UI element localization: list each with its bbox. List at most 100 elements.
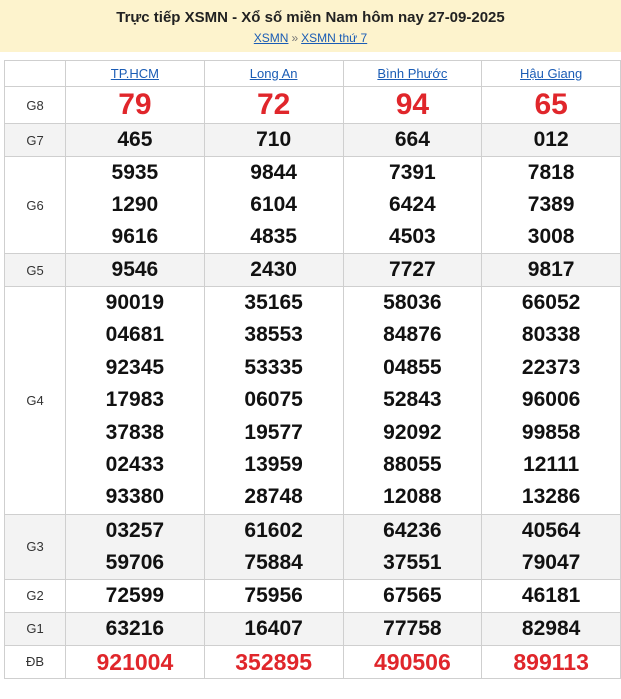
prize-number: 9817 xyxy=(527,258,575,281)
prize-number: 66052 xyxy=(521,291,581,314)
prize-number: 352895 xyxy=(235,648,312,675)
prize-number: 38553 xyxy=(244,323,303,347)
prize-cell: 67565 xyxy=(342,578,483,613)
prize-cell: 7727 xyxy=(342,253,483,287)
prize-number: 75884 xyxy=(244,550,303,574)
prize-number: 12111 xyxy=(523,453,580,477)
prize-label: G1 xyxy=(4,611,66,646)
prize-number: 35165 xyxy=(244,291,303,314)
prize-label: G7 xyxy=(4,123,66,157)
prize-number: 22373 xyxy=(521,355,581,379)
prize-row-g2: G2 72599 75956 67565 46181 xyxy=(4,578,621,613)
prize-number: 96006 xyxy=(521,388,581,412)
prize-label: G5 xyxy=(4,253,66,287)
breadcrumb-xsmn-saturday-link[interactable]: XSMN thứ 7 xyxy=(301,31,367,45)
prize-row-db: ĐB 921004 352895 490506 899113 xyxy=(4,644,621,679)
prize-cell: 9844 6104 4835 xyxy=(203,156,344,254)
prize-number: 92345 xyxy=(105,355,165,379)
prize-cell: 710 xyxy=(203,123,344,157)
prize-cell: 9546 xyxy=(65,253,205,287)
prize-number: 79 xyxy=(118,88,152,121)
province-header: TP.HCM xyxy=(65,60,205,87)
prize-number: 2430 xyxy=(250,258,297,281)
prize-number: 75956 xyxy=(244,583,303,607)
prize-cell: 94 xyxy=(342,86,483,124)
breadcrumb: XSMN» XSMN thứ 7 xyxy=(0,30,621,46)
prize-number: 67565 xyxy=(383,583,442,607)
prize-number: 90019 xyxy=(105,291,165,314)
prize-cell: 72 xyxy=(203,86,344,124)
prize-number: 63216 xyxy=(105,616,165,640)
prize-number: 79047 xyxy=(521,550,581,574)
breadcrumb-separator: » xyxy=(291,31,299,45)
corner-cell xyxy=(4,60,66,87)
prize-row-g1: G1 63216 16407 77758 82984 xyxy=(4,611,621,646)
prize-number: 06075 xyxy=(244,388,303,412)
province-link-long-an[interactable]: Long An xyxy=(250,66,298,81)
prize-number: 94 xyxy=(395,88,430,121)
province-link-tphcm[interactable]: TP.HCM xyxy=(111,66,159,81)
province-header: Bình Phước xyxy=(342,60,483,87)
prize-cell: 58036 84876 04855 52843 92092 88055 12088 xyxy=(342,286,483,515)
prize-number: 28748 xyxy=(244,485,303,509)
prize-number: 6104 xyxy=(250,193,297,216)
breadcrumb-xsmn-link[interactable]: XSMN xyxy=(254,31,289,45)
prize-cell: 664 xyxy=(342,123,483,157)
prize-number: 37551 xyxy=(383,550,442,574)
page-header: Trực tiếp XSMN - Xổ số miền Nam hôm nay … xyxy=(0,0,621,52)
prize-label: G3 xyxy=(4,513,66,580)
prize-number: 16407 xyxy=(244,616,303,640)
prize-number: 72599 xyxy=(105,583,165,607)
prize-cell: 7818 7389 3008 xyxy=(481,156,621,254)
prize-cell: 9817 xyxy=(481,253,621,287)
prize-number: 7389 xyxy=(527,193,575,216)
prize-number: 65 xyxy=(534,88,568,121)
prize-row-g5: G5 9546 2430 7727 9817 xyxy=(4,253,621,287)
prize-cell: 7391 6424 4503 xyxy=(342,156,483,254)
prize-cell: 465 xyxy=(65,123,205,157)
prize-number: 99858 xyxy=(521,420,581,444)
prize-cell: 63216 xyxy=(65,611,205,646)
prize-number: 4503 xyxy=(389,225,436,248)
prize-number: 19577 xyxy=(244,420,303,444)
prize-number: 82984 xyxy=(521,616,581,640)
prize-cell: 46181 xyxy=(481,578,621,613)
prize-number: 80338 xyxy=(521,323,581,347)
prize-number: 9844 xyxy=(250,161,297,184)
prize-cell: 5935 1290 9616 xyxy=(65,156,205,254)
prize-cell: 90019 04681 92345 17983 37838 02433 93380 xyxy=(65,286,205,515)
prize-number: 7391 xyxy=(389,161,436,184)
prize-cell: 012 xyxy=(481,123,621,157)
prize-number: 3008 xyxy=(527,225,575,248)
prize-number: 88055 xyxy=(383,453,442,477)
prize-label: G8 xyxy=(4,86,66,124)
prize-row-g6: G6 5935 1290 9616 9844 6104 4835 7391 6424 4503 78… xyxy=(4,156,621,254)
prize-number: 03257 xyxy=(105,518,165,542)
prize-cell: 40564 79047 xyxy=(481,513,621,580)
province-header: Hậu Giang xyxy=(481,60,621,87)
prize-number: 465 xyxy=(117,128,153,151)
province-link-binh-phuoc[interactable]: Bình Phước xyxy=(377,66,447,81)
prize-cell: 72599 xyxy=(65,578,205,613)
province-link-hau-giang[interactable]: Hậu Giang xyxy=(520,66,582,81)
prize-cell: 79 xyxy=(65,86,205,124)
prize-number: 58036 xyxy=(383,291,442,314)
prize-cell: 352895 xyxy=(203,644,344,679)
prize-number: 84876 xyxy=(383,323,442,347)
page-title: Trực tiếp XSMN - Xổ số miền Nam hôm nay … xyxy=(116,9,505,26)
prize-row-g3: G3 03257 59706 61602 75884 64236 37551 40564 790… xyxy=(4,513,621,580)
results-table: TP.HCM Long An Bình Phước Hậu Giang G8 79… xyxy=(4,60,621,679)
prize-number: 13286 xyxy=(521,485,581,509)
prize-number: 46181 xyxy=(521,583,581,607)
prize-number: 53335 xyxy=(244,355,303,379)
prize-cell: 490506 xyxy=(342,644,483,679)
province-header-row: TP.HCM Long An Bình Phước Hậu Giang xyxy=(4,60,621,87)
prize-number: 93380 xyxy=(105,485,165,509)
prize-cell: 61602 75884 xyxy=(203,513,344,580)
prize-number: 40564 xyxy=(521,518,581,542)
prize-row-g4: G4 90019 04681 92345 17983 37838 02433 93380 351… xyxy=(4,286,621,515)
prize-number: 52843 xyxy=(383,388,442,412)
prize-number: 1290 xyxy=(111,193,159,216)
prize-number: 02433 xyxy=(105,453,165,477)
prize-number: 9616 xyxy=(111,225,159,248)
